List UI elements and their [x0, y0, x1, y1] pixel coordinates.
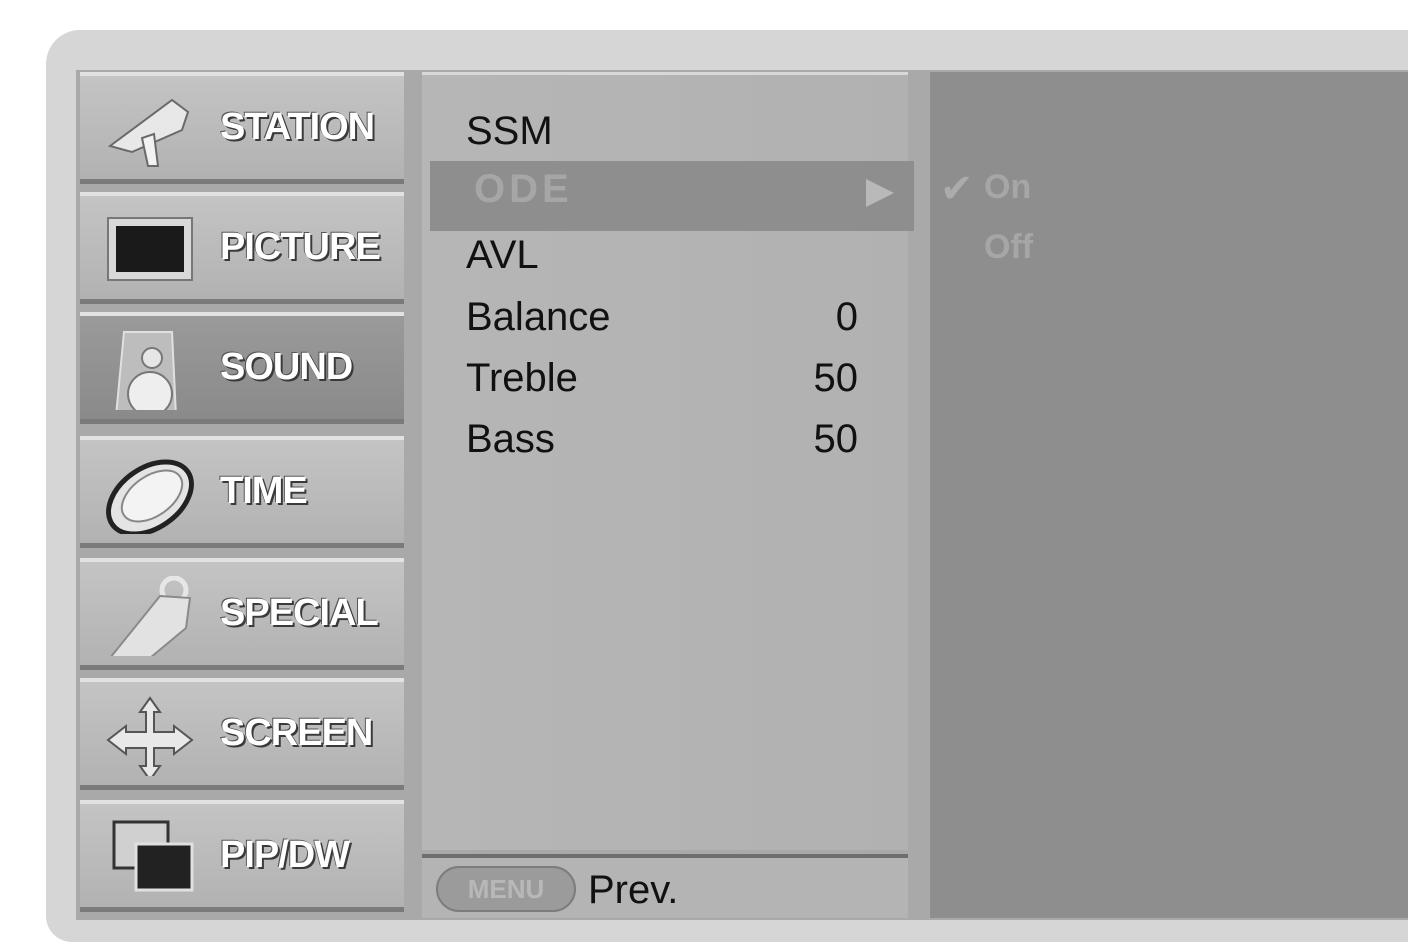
submenu-item-label: SSM: [466, 109, 553, 153]
sidebar-item-pip-dw[interactable]: PIP/DW: [80, 800, 404, 912]
submenu-item-label: Balance: [466, 295, 611, 339]
submenu-item-label: Bass: [466, 417, 555, 461]
checkmark-icon: ✔: [940, 166, 974, 212]
sidebar-item-time[interactable]: TIME: [80, 436, 404, 548]
ode-options-panel: ✔ On Off: [930, 72, 1408, 918]
sidebar-item-special[interactable]: SPECIAL: [80, 558, 404, 670]
submenu-item-avl[interactable]: AVL: [422, 225, 908, 287]
sound-submenu: SSM ODE AVL Balance 0 Treble 50 Bass 50: [422, 72, 914, 850]
clock-icon: [106, 459, 194, 534]
sidebar-item-station[interactable]: STATION: [80, 72, 404, 184]
key-tag-icon: [110, 576, 192, 656]
move-arrows-icon: [106, 696, 194, 776]
sidebar-item-label: TIME: [220, 470, 308, 512]
sidebar-item-label: SPECIAL: [220, 592, 379, 634]
submenu-item-ode[interactable]: ODE: [430, 161, 914, 231]
sidebar-item-label: SCREEN: [220, 712, 373, 754]
speaker-icon: [115, 331, 177, 410]
chevron-right-icon: [866, 179, 894, 207]
option-off[interactable]: Off: [984, 228, 1033, 267]
submenu-item-ssm[interactable]: SSM: [422, 101, 908, 163]
sidebar-item-sound[interactable]: SOUND: [80, 312, 404, 424]
sidebar-item-label: PIP/DW: [220, 834, 350, 876]
sidebar-item-label: SOUND: [220, 346, 353, 388]
menu-button[interactable]: MENU: [436, 866, 576, 912]
submenu-item-value: 50: [813, 356, 859, 400]
submenu-item-bass[interactable]: Bass 50: [422, 409, 908, 471]
menu-footer: MENU Prev.: [422, 854, 908, 918]
submenu-item-value: 0: [835, 295, 858, 339]
sidebar-item-label: PICTURE: [220, 226, 381, 268]
option-on[interactable]: On: [984, 168, 1031, 207]
sidebar-item-picture[interactable]: PICTURE: [80, 192, 404, 304]
sidebar-item-screen[interactable]: SCREEN: [80, 678, 404, 790]
prev-label: Prev.: [588, 868, 679, 912]
satellite-dish-icon: [107, 98, 190, 167]
submenu-item-label: Treble: [466, 356, 578, 400]
sidebar-item-label: STATION: [220, 106, 375, 148]
submenu-item-value: 50: [813, 417, 859, 461]
submenu-item-label: ODE: [474, 167, 573, 211]
tv-screen-icon: [107, 217, 193, 281]
submenu-item-label: AVL: [466, 233, 539, 277]
submenu-item-treble[interactable]: Treble 50: [422, 348, 908, 410]
pip-windows-icon: [112, 820, 194, 892]
submenu-item-balance[interactable]: Balance 0: [422, 287, 908, 349]
